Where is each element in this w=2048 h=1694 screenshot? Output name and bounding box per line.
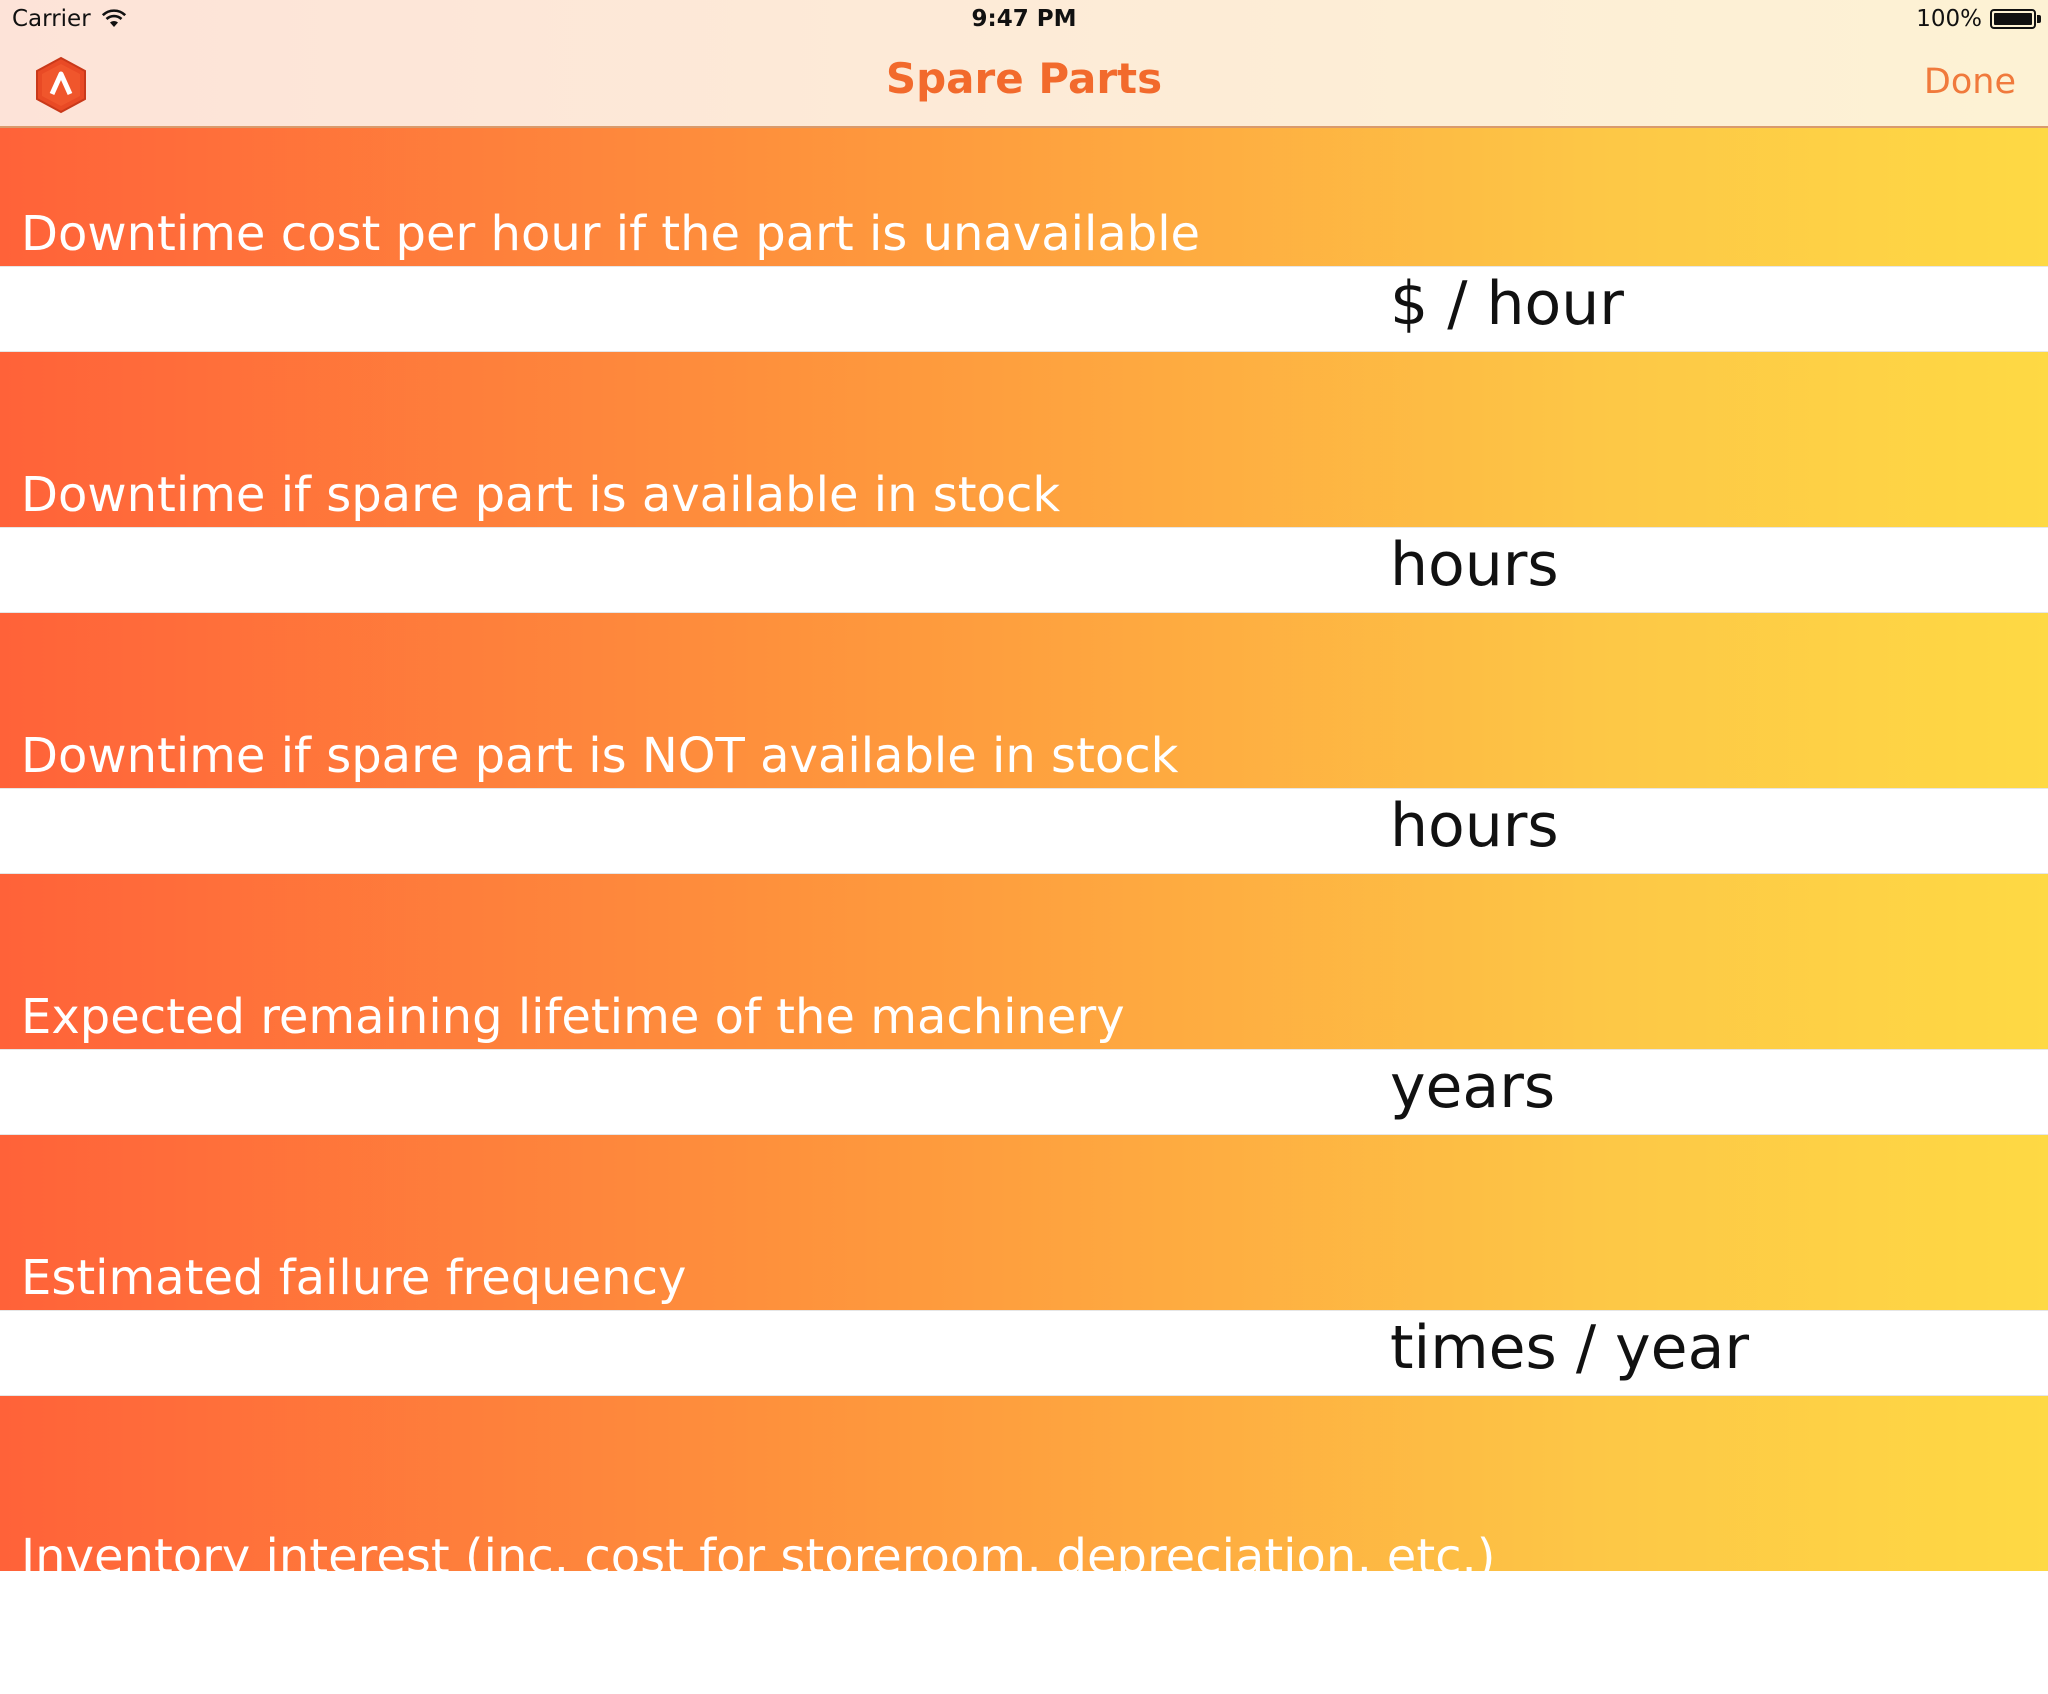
field-unit: years <box>1390 1052 1556 1122</box>
field-label-band: Estimated failure frequency <box>0 1172 2048 1310</box>
field-label: Downtime cost per hour if the part is un… <box>21 206 1201 262</box>
field-label: Estimated failure frequency <box>21 1250 687 1306</box>
spare-parts-form: Downtime cost per hour if the part is un… <box>0 128 2048 1694</box>
form-field-downtime-cost: Downtime cost per hour if the part is un… <box>0 128 2048 389</box>
field-input-row: hours <box>0 788 2048 874</box>
field-label: Expected remaining lifetime of the machi… <box>21 989 1125 1045</box>
field-separator <box>0 1396 2048 1433</box>
battery-icon <box>1990 9 2041 29</box>
field-input-row: times / year <box>0 1310 2048 1396</box>
form-field-downtime-not-in-stock: Downtime if spare part is NOT available … <box>0 650 2048 911</box>
failure-frequency-input[interactable] <box>21 1319 1365 1387</box>
field-separator <box>0 613 2048 650</box>
app-logo-icon[interactable] <box>34 56 88 114</box>
field-label-band: Downtime cost per hour if the part is un… <box>0 128 2048 266</box>
field-label: Downtime if spare part is available in s… <box>21 467 1061 523</box>
field-label-band: Expected remaining lifetime of the machi… <box>0 911 2048 1049</box>
form-field-downtime-in-stock: Downtime if spare part is available in s… <box>0 389 2048 650</box>
field-label: Downtime if spare part is NOT available … <box>21 728 1179 784</box>
field-unit: hours <box>1390 791 1559 861</box>
form-field-failure-frequency: Estimated failure frequency times / year <box>0 1172 2048 1433</box>
battery-percent: 100% <box>1916 6 1982 32</box>
field-separator <box>0 352 2048 389</box>
field-unit: $ / hour <box>1390 269 1624 339</box>
status-time: 9:47 PM <box>971 6 1077 32</box>
done-button[interactable]: Done <box>1924 62 2016 102</box>
field-label-band: Inventory interest (inc. cost for storer… <box>0 1433 2048 1585</box>
field-input-row: hours <box>0 527 2048 613</box>
downtime-in-stock-input[interactable] <box>21 536 1365 604</box>
field-separator <box>0 1135 2048 1172</box>
navigation-bar: Carrier 9:47 PM 100% Spare Parts Done <box>0 0 2048 128</box>
field-label: Inventory interest (inc. cost for storer… <box>21 1529 1496 1585</box>
form-field-inventory-interest: Inventory interest (inc. cost for storer… <box>0 1433 2048 1694</box>
field-separator <box>0 874 2048 911</box>
field-unit: times / year <box>1390 1313 1750 1383</box>
field-input-row: $ / hour <box>0 266 2048 352</box>
field-input-row: years <box>0 1049 2048 1135</box>
downtime-cost-input[interactable] <box>21 275 1365 343</box>
status-battery: 100% <box>1916 6 2041 32</box>
remaining-lifetime-input[interactable] <box>21 1058 1365 1126</box>
field-label-band: Downtime if spare part is NOT available … <box>0 650 2048 788</box>
field-label-band: Downtime if spare part is available in s… <box>0 389 2048 527</box>
page-title: Spare Parts <box>885 54 1163 103</box>
form-field-remaining-lifetime: Expected remaining lifetime of the machi… <box>0 911 2048 1172</box>
downtime-not-in-stock-input[interactable] <box>21 797 1365 865</box>
field-unit: hours <box>1390 530 1559 600</box>
